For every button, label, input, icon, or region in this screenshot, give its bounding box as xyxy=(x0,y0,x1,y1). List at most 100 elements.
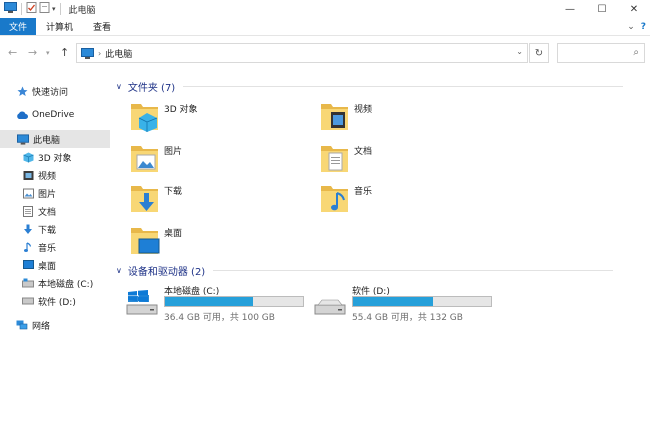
network-icon xyxy=(16,319,28,331)
nav-item-network[interactable]: 网络 xyxy=(0,316,110,334)
help-icon[interactable]: ? xyxy=(641,22,646,32)
star-icon xyxy=(16,85,28,97)
folder-3d-objects[interactable]: 3D 对象 xyxy=(130,100,198,132)
folder-pictures[interactable]: 图片 xyxy=(130,142,182,174)
nav-item-local-disk-c[interactable]: 本地磁盘 (C:) xyxy=(0,274,110,292)
nav-label: 桌面 xyxy=(38,261,57,272)
breadcrumb-this-pc[interactable]: 此电脑 xyxy=(105,47,132,60)
computer-icon xyxy=(81,47,94,59)
nav-label: 文档 xyxy=(38,207,57,218)
film-icon xyxy=(22,169,34,181)
folder-label: 下载 xyxy=(164,187,183,197)
nav-item-pictures[interactable]: 图片 xyxy=(0,184,110,202)
download-arrow-icon xyxy=(22,223,34,235)
folder-videos[interactable]: 视频 xyxy=(320,100,372,132)
quick-access-toolbar: ▾ 此电脑 xyxy=(0,0,96,18)
drive-usage-bar xyxy=(352,296,492,307)
forward-arrow-icon[interactable]: → xyxy=(28,46,37,59)
window-title: 此电脑 xyxy=(68,5,96,16)
customize-dropdown-icon[interactable]: ▾ xyxy=(52,5,56,13)
nav-label: 图片 xyxy=(38,189,57,200)
drive-usage-fill xyxy=(353,297,433,306)
recent-locations-icon[interactable]: ▾ xyxy=(46,49,50,57)
folder-label: 图片 xyxy=(164,147,183,157)
folder-label: 音乐 xyxy=(354,187,373,197)
folder-music[interactable]: 音乐 xyxy=(320,182,372,214)
nav-label: 此电脑 xyxy=(33,135,61,146)
search-icon: ⌕ xyxy=(633,47,639,58)
nav-item-downloads[interactable]: 下载 xyxy=(0,220,110,238)
nav-item-onedrive[interactable]: OneDrive xyxy=(0,106,110,124)
drive-free-space: 36.4 GB 可用，共 100 GB xyxy=(164,313,275,323)
hard-drive-icon xyxy=(314,290,346,315)
folder-label: 3D 对象 xyxy=(164,105,198,115)
cloud-icon xyxy=(16,109,28,121)
chevron-down-icon[interactable]: ⌄ xyxy=(516,47,523,56)
drive-usage-fill xyxy=(165,297,253,306)
properties-icon[interactable] xyxy=(26,2,37,16)
devices-header-label: 设备和驱动器 (2) xyxy=(127,266,206,278)
nav-item-documents[interactable]: 文档 xyxy=(0,202,110,220)
folder-picture-icon xyxy=(130,142,160,174)
nav-item-music[interactable]: 音乐 xyxy=(0,238,110,256)
nav-label: 快速访问 xyxy=(32,87,69,98)
folder-documents[interactable]: 文档 xyxy=(320,142,372,174)
new-folder-icon[interactable] xyxy=(39,2,50,16)
drive-d[interactable]: 软件 (D:) 55.4 GB 可用，共 132 GB xyxy=(314,284,504,324)
folder-3d-icon xyxy=(130,100,160,132)
windows-drive-icon xyxy=(126,290,158,315)
chevron-down-icon[interactable]: ∨ xyxy=(116,266,122,275)
picture-icon xyxy=(22,187,34,199)
folder-music-icon xyxy=(320,182,350,214)
folder-label: 桌面 xyxy=(164,229,183,239)
nav-label: 下载 xyxy=(38,225,57,236)
window-controls: — ☐ ✕ xyxy=(554,0,650,18)
folder-downloads[interactable]: 下载 xyxy=(130,182,182,214)
nav-item-quick-access[interactable]: 快速访问 xyxy=(0,82,110,100)
chevron-right-icon[interactable]: › xyxy=(98,49,101,58)
folders-header-label: 文件夹 (7) xyxy=(127,82,176,94)
expand-ribbon-icon[interactable]: ⌄ xyxy=(627,22,635,32)
hard-drive-icon xyxy=(22,295,34,307)
up-arrow-icon[interactable]: ↑ xyxy=(60,46,69,59)
nav-item-software-d[interactable]: 软件 (D:) xyxy=(0,292,110,310)
drive-free-space: 55.4 GB 可用，共 132 GB xyxy=(352,313,463,323)
back-arrow-icon[interactable]: ← xyxy=(8,46,17,59)
folders-group-header[interactable]: ∨ 文件夹 (7) xyxy=(116,78,624,94)
nav-label: 视频 xyxy=(38,171,57,182)
close-button[interactable]: ✕ xyxy=(618,0,650,18)
maximize-button[interactable]: ☐ xyxy=(586,0,618,18)
nav-label: 网络 xyxy=(32,321,51,332)
drive-usage-bar xyxy=(164,296,304,307)
nav-label: 3D 对象 xyxy=(38,153,72,164)
computer-icon xyxy=(17,133,29,145)
chevron-down-icon[interactable]: ∨ xyxy=(116,82,122,91)
nav-item-desktop[interactable]: 桌面 xyxy=(0,256,110,274)
drive-c[interactable]: 本地磁盘 (C:) 36.4 GB 可用，共 100 GB xyxy=(126,284,316,324)
nav-item-3d-objects[interactable]: 3D 对象 xyxy=(0,148,110,166)
ribbon-tabs: 文件 计算机 查看 ⌄ ? xyxy=(0,18,650,36)
computer-icon xyxy=(4,2,17,16)
folder-desktop[interactable]: 桌面 xyxy=(130,224,182,256)
folder-label: 文档 xyxy=(354,147,373,157)
folder-video-icon xyxy=(320,100,350,132)
search-input[interactable]: ⌕ xyxy=(557,43,645,63)
folder-document-icon xyxy=(320,142,350,174)
nav-label: 本地磁盘 (C:) xyxy=(38,279,94,290)
nav-item-this-pc[interactable]: 此电脑 xyxy=(0,130,110,148)
devices-group-header[interactable]: ∨ 设备和驱动器 (2) xyxy=(116,262,614,278)
document-icon xyxy=(22,205,34,217)
cube-icon xyxy=(22,151,34,163)
tab-view[interactable]: 查看 xyxy=(83,18,121,35)
navigation-pane: 快速访问 OneDrive 此电脑 3D 对象 视频 图片 文档 下载 音乐 桌 xyxy=(0,72,110,427)
tab-file[interactable]: 文件 xyxy=(0,18,37,35)
hard-drive-icon xyxy=(22,277,34,289)
nav-item-videos[interactable]: 视频 xyxy=(0,166,110,184)
address-bar[interactable]: › 此电脑 ⌄ xyxy=(76,43,528,63)
minimize-button[interactable]: — xyxy=(554,0,586,18)
nav-label: 软件 (D:) xyxy=(38,297,76,308)
folder-desktop-icon xyxy=(130,224,160,256)
refresh-button[interactable]: ↻ xyxy=(529,43,549,63)
tab-computer[interactable]: 计算机 xyxy=(36,18,83,35)
folder-download-icon xyxy=(130,182,160,214)
